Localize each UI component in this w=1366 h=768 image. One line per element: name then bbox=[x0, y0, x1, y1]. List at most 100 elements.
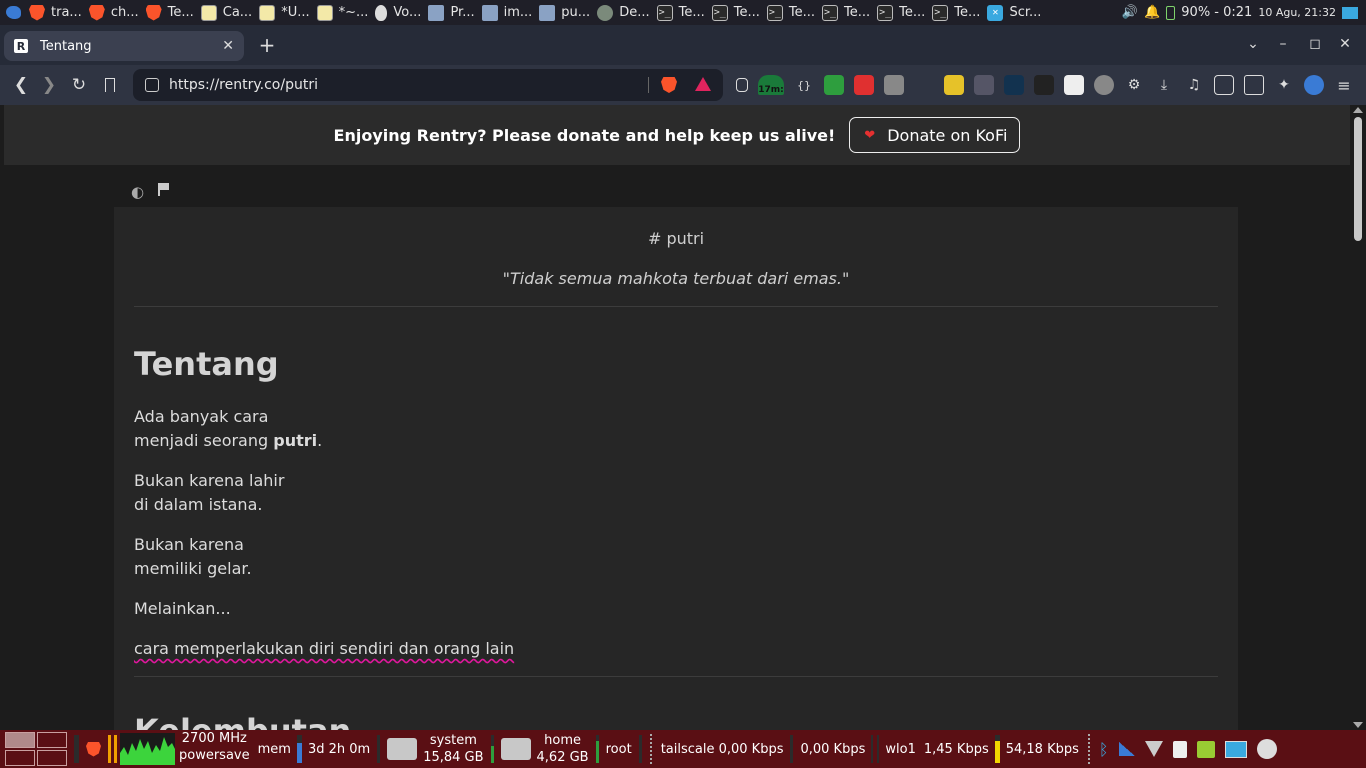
donate-message: Enjoying Rentry? Please donate and help … bbox=[333, 125, 836, 145]
wallet-icon[interactable] bbox=[1244, 75, 1264, 95]
camera-icon[interactable] bbox=[884, 75, 904, 95]
forward-button[interactable]: ❯ bbox=[34, 70, 64, 100]
menu-icon[interactable]: ≡ bbox=[1334, 75, 1354, 95]
session-icon[interactable] bbox=[1256, 739, 1277, 759]
task-item[interactable]: >_ Te... bbox=[874, 0, 929, 25]
battery-icon[interactable] bbox=[1166, 5, 1176, 20]
scroll-down-icon[interactable] bbox=[1353, 722, 1363, 728]
task-item[interactable]: Te... bbox=[143, 0, 198, 25]
extension-black-icon[interactable] bbox=[1034, 75, 1054, 95]
task-item[interactable]: ch... bbox=[86, 0, 143, 25]
address-bar[interactable]: https://rentry.co/putri bbox=[133, 69, 723, 101]
extension-red-icon[interactable] bbox=[854, 75, 874, 95]
scrollbar-thumb[interactable] bbox=[1354, 117, 1362, 241]
task-item[interactable]: *U... bbox=[256, 0, 313, 25]
signal-icon[interactable] bbox=[1118, 742, 1135, 756]
wifi-icon[interactable] bbox=[1144, 741, 1163, 757]
workspace-2[interactable] bbox=[37, 732, 67, 748]
timer-extension-icon[interactable]: 17m: bbox=[758, 75, 784, 95]
extension-white-icon[interactable] bbox=[1064, 75, 1084, 95]
profile-icon[interactable] bbox=[1304, 75, 1324, 95]
disk-system[interactable]: system 15,84 GB bbox=[383, 730, 487, 768]
top-panel: tra... ch... Te... Ca... *U... *~... Vo... Pr..… bbox=[0, 0, 1366, 25]
close-window-button[interactable]: ✕ bbox=[1334, 33, 1356, 55]
downloads-icon[interactable]: ⤓ bbox=[1154, 75, 1174, 95]
sidebar-icon[interactable] bbox=[1214, 75, 1234, 95]
task-item[interactable]: >_ Te... bbox=[819, 0, 874, 25]
mem-bar-fill bbox=[296, 743, 302, 763]
tab-bar: R Tentang ✕ + ⌄ – ◻ ✕ bbox=[0, 25, 1366, 65]
flag-icon[interactable] bbox=[158, 183, 170, 196]
display-icon[interactable] bbox=[1224, 740, 1247, 758]
document-body: # putri "Tidak semua mahkota terbuat dar… bbox=[114, 207, 1238, 730]
task-label: Vo... bbox=[393, 5, 422, 20]
bookmark-button[interactable] bbox=[95, 70, 125, 100]
task-item[interactable]: tra... bbox=[26, 0, 86, 25]
theme-toggle-icon[interactable]: ◐ bbox=[131, 183, 144, 201]
json-viewer-icon[interactable]: {} bbox=[794, 75, 814, 95]
app-launcher-button[interactable] bbox=[0, 0, 26, 25]
task-item[interactable]: *~... bbox=[314, 0, 373, 25]
site-info-icon[interactable] bbox=[145, 78, 159, 92]
trash-icon[interactable] bbox=[736, 78, 748, 92]
task-label: Te... bbox=[678, 5, 705, 20]
leo-ai-icon[interactable]: ✦ bbox=[1274, 75, 1294, 95]
brave-shields-icon[interactable] bbox=[661, 77, 677, 93]
task-item[interactable]: Pr... bbox=[425, 0, 478, 25]
disk-home[interactable]: home 4,62 GB bbox=[497, 730, 593, 768]
maximize-button[interactable]: ◻ bbox=[1304, 33, 1326, 55]
scroll-up-icon[interactable] bbox=[1353, 107, 1363, 113]
workspace-4[interactable] bbox=[37, 750, 67, 766]
notification-icon[interactable]: 🔔 bbox=[1144, 5, 1160, 20]
show-desktop-icon[interactable] bbox=[1342, 6, 1358, 19]
battery-status[interactable]: 90% - 0:21 bbox=[1181, 5, 1252, 20]
net-bar-2 bbox=[877, 735, 880, 763]
task-item[interactable]: pu... bbox=[536, 0, 594, 25]
volume-icon[interactable]: 🔊 bbox=[1122, 5, 1138, 20]
extensions-puzzle-icon[interactable]: ⚙ bbox=[1124, 75, 1144, 95]
task-label: tra... bbox=[51, 5, 82, 20]
task-item[interactable]: Ca... bbox=[198, 0, 256, 25]
task-item[interactable]: ✕ Scr... bbox=[984, 0, 1045, 25]
clipboard-icon[interactable] bbox=[1172, 740, 1187, 758]
minimize-button[interactable]: – bbox=[1272, 33, 1294, 55]
circle-extension-icon[interactable] bbox=[1094, 75, 1114, 95]
brave-rewards-icon[interactable] bbox=[695, 77, 711, 91]
task-item[interactable]: >_ Te... bbox=[764, 0, 819, 25]
extension-green-icon[interactable] bbox=[824, 75, 844, 95]
task-item[interactable]: Vo... bbox=[372, 0, 425, 25]
task-label: Ca... bbox=[222, 5, 253, 20]
url-text[interactable]: https://rentry.co/putri bbox=[169, 77, 318, 93]
terminal-icon: >_ bbox=[932, 4, 949, 21]
workspace-1[interactable] bbox=[5, 732, 35, 748]
workspace-3[interactable] bbox=[5, 750, 35, 766]
bluetooth-icon[interactable]: ᛒ bbox=[1099, 740, 1109, 759]
paragraph-1-line-1: Ada banyak cara bbox=[134, 407, 269, 426]
new-tab-button[interactable]: + bbox=[255, 33, 279, 57]
extension-yellow-icon[interactable] bbox=[944, 75, 964, 95]
task-item[interactable]: >_ Te... bbox=[654, 0, 709, 25]
paragraph-1-line-2: menjadi seorang putri. bbox=[134, 429, 322, 453]
task-item[interactable]: im... bbox=[479, 0, 537, 25]
workspace-pager[interactable] bbox=[0, 730, 71, 768]
tab-list-chevron-down-icon[interactable]: ⌄ bbox=[1242, 33, 1264, 55]
brave-launcher[interactable] bbox=[82, 730, 105, 768]
browser-toolbar: ❮ ❯ ↻ https://rentry.co/putri 17m: {} ⚙ … bbox=[0, 65, 1366, 105]
back-button[interactable]: ❮ bbox=[6, 70, 36, 100]
cursor-icon[interactable] bbox=[974, 75, 994, 95]
task-item[interactable]: >_ Te... bbox=[709, 0, 764, 25]
donate-kofi-button[interactable]: ❤ Donate on KoFi bbox=[849, 117, 1021, 153]
task-item[interactable]: De... bbox=[594, 0, 653, 25]
task-label: ch... bbox=[110, 5, 139, 20]
media-music-icon[interactable]: ♫ bbox=[1184, 75, 1204, 95]
task-item[interactable]: >_ Te... bbox=[929, 0, 984, 25]
bookmark-icon bbox=[105, 78, 115, 92]
tab-tentang[interactable]: R Tentang ✕ bbox=[4, 31, 244, 61]
close-tab-icon[interactable]: ✕ bbox=[222, 38, 234, 54]
reload-button[interactable]: ↻ bbox=[64, 70, 94, 100]
extension-blue-icon[interactable] bbox=[1004, 75, 1024, 95]
clock[interactable]: 10 Agu, 21:32 bbox=[1258, 6, 1336, 19]
page-scrollbar[interactable] bbox=[1350, 105, 1366, 730]
trash-bin-icon[interactable] bbox=[1196, 740, 1215, 758]
get-crx-icon[interactable] bbox=[914, 75, 934, 95]
